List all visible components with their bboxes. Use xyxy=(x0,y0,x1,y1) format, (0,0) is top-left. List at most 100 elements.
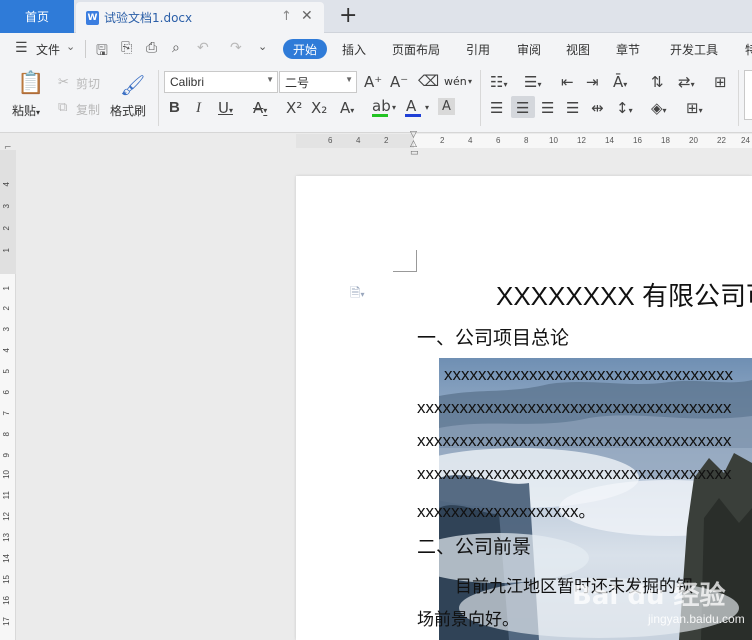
tab-start-label: 开始 xyxy=(292,42,317,57)
ruler-tick: 16 xyxy=(2,596,11,605)
heading-company-prospects[interactable]: 二、公司前景 xyxy=(417,532,531,559)
subscript-button[interactable]: X₂ xyxy=(311,100,327,116)
paste-button[interactable]: 粘贴▾ xyxy=(12,102,40,119)
output-pdf-icon[interactable]: ⎘ xyxy=(121,40,132,56)
tab-view[interactable]: 视图 xyxy=(566,41,590,58)
format-painter-icon[interactable]: 🖌 xyxy=(120,74,145,96)
shrink-font-icon[interactable]: A⁻ xyxy=(390,74,408,90)
decrease-indent-icon[interactable]: ⇤ xyxy=(561,74,574,90)
text-effect-icon: A xyxy=(340,99,351,117)
print-icon[interactable]: ⎙ xyxy=(146,40,157,56)
paragraph-line[interactable]: 场前景向好。 xyxy=(417,605,519,630)
strikethrough-button[interactable]: A▾ xyxy=(253,100,267,119)
font-name-dropdown-icon: ▼ xyxy=(266,75,274,84)
tab-pin-icon[interactable]: ↑ xyxy=(281,9,292,24)
cut-button[interactable]: 剪切 xyxy=(76,75,100,92)
home-tab[interactable]: 首页 xyxy=(0,0,74,33)
font-name-select[interactable]: Calibri ▼ xyxy=(164,71,278,93)
distributed-align-icon[interactable]: ⇹ xyxy=(591,100,604,116)
clear-format-icon[interactable]: ⌫ xyxy=(418,73,439,89)
document-tab-label: 试验文档1.docx xyxy=(104,11,193,25)
tab-special[interactable]: 特 xyxy=(745,41,752,58)
paste-icon[interactable]: 📋 xyxy=(17,72,44,96)
bullet-list-icon[interactable]: ☷▾ xyxy=(490,74,507,93)
tab-start[interactable]: 开始 xyxy=(283,39,327,59)
cut-icon[interactable]: ✂ xyxy=(58,75,69,91)
text-direction-icon[interactable]: Ā▾ xyxy=(613,74,627,93)
undo-icon[interactable]: ↶ xyxy=(197,40,209,56)
tab-close-icon[interactable]: ✕ xyxy=(301,8,313,24)
paragraph-line[interactable]: xxxxxxxxxxxxxxxxxxxxxxxxxxxxxxxxxx xyxy=(444,365,733,385)
sort-icon[interactable]: ⇅ xyxy=(651,74,664,90)
font-size-select[interactable]: 二号 ▼ xyxy=(279,71,357,93)
tab-references[interactable]: 引用 xyxy=(466,41,490,58)
indent-marker-icon[interactable]: ▽ △ ▭ xyxy=(410,131,419,158)
ruler-tick: 8 xyxy=(2,432,11,437)
font-color-button[interactable]: A xyxy=(406,98,416,114)
tab-chapter-label: 章节 xyxy=(616,43,641,57)
phonetic-guide-icon[interactable]: wén xyxy=(444,74,467,90)
bold-button[interactable]: B xyxy=(169,100,180,116)
ruler-tick: 6 xyxy=(328,136,333,145)
align-left-icon[interactable]: ☰ xyxy=(490,100,503,116)
ruler-tick: 24 xyxy=(741,136,750,145)
ruler-tick: 11 xyxy=(2,491,11,500)
ruler-tick: 2 xyxy=(2,226,11,231)
heading-company-overview[interactable]: 一、公司项目总论 xyxy=(417,323,569,350)
superscript-button[interactable]: X² xyxy=(286,100,302,116)
file-menu[interactable]: 文件 xyxy=(36,41,60,58)
file-menu-label: 文件 xyxy=(36,43,61,57)
tab-chapter[interactable]: 章节 xyxy=(616,41,640,58)
print-preview-icon[interactable]: ⌕ xyxy=(172,40,180,56)
ruler-tick: 14 xyxy=(605,136,614,145)
styles-gallery[interactable] xyxy=(744,70,752,120)
paragraph-line[interactable]: xxxxxxxxxxxxxxxxxxxxxxxxxxxxxxxxxxxxx xyxy=(417,464,732,484)
italic-icon: I xyxy=(196,100,201,116)
character-shading-button[interactable]: A xyxy=(438,98,455,115)
grow-font-icon[interactable]: A⁺ xyxy=(364,74,382,90)
font-color-dropdown-icon[interactable]: ▾ xyxy=(425,100,429,116)
hamburger-menu-icon[interactable]: ☰ xyxy=(15,40,28,56)
highlight-icon: ab xyxy=(372,97,391,115)
underline-button[interactable]: U▾ xyxy=(218,100,233,119)
paragraph-line[interactable]: xxxxxxxxxxxxxxxxxxxxxxxxxxxxxxxxxxxxx xyxy=(417,431,732,451)
table-tools-icon[interactable]: ⊞ xyxy=(714,74,727,90)
ruler-tick: 4 xyxy=(356,136,361,145)
ruler-tick: 22 xyxy=(717,136,726,145)
copy-button[interactable]: 复制 xyxy=(76,101,100,118)
format-painter-button[interactable]: 格式刷 xyxy=(110,102,146,119)
file-menu-chevron-down-icon[interactable]: ⌄ xyxy=(66,40,75,53)
new-tab-button[interactable]: + xyxy=(339,3,357,29)
show-marks-icon[interactable]: ⇄▾ xyxy=(678,74,695,93)
paragraph-layout-icon[interactable]: 🗎▾ xyxy=(350,284,364,306)
numbered-list-icon[interactable]: ☰▾ xyxy=(524,74,541,93)
increase-indent-icon[interactable]: ⇥ xyxy=(586,74,599,90)
subscript-icon: X₂ xyxy=(311,99,328,117)
redo-icon[interactable]: ↷ xyxy=(230,40,242,56)
ruler-tick: 5 xyxy=(2,369,11,374)
borders-icon[interactable]: ⊞▾ xyxy=(686,100,703,119)
tab-review[interactable]: 审阅 xyxy=(517,41,541,58)
align-right-icon[interactable]: ☰ xyxy=(541,100,554,116)
tab-page-layout[interactable]: 页面布局 xyxy=(392,41,440,58)
shading-icon[interactable]: ◈▾ xyxy=(651,100,667,119)
customize-toolbar-icon[interactable]: ⌄ xyxy=(258,40,267,53)
phonetic-dropdown-icon[interactable]: ▾ xyxy=(468,74,472,90)
highlight-dropdown-icon[interactable]: ▾ xyxy=(392,100,396,116)
paragraph-line[interactable]: xxxxxxxxxxxxxxxxxxx。 xyxy=(417,497,596,522)
line-spacing-icon[interactable]: ↕▾ xyxy=(616,100,633,119)
strikethrough-icon: A xyxy=(253,99,264,117)
tab-developer-tools[interactable]: 开发工具 xyxy=(670,41,718,58)
document-title[interactable]: XXXXXXXX 有限公司可 xyxy=(496,276,752,313)
justify-icon[interactable]: ☰ xyxy=(566,100,579,116)
highlight-button[interactable]: ab xyxy=(372,98,391,114)
paragraph-line[interactable]: xxxxxxxxxxxxxxxxxxxxxxxxxxxxxxxxxxxxx xyxy=(417,398,732,418)
ruler-tick: 17 xyxy=(2,617,11,626)
italic-button[interactable]: I xyxy=(196,100,201,116)
save-icon[interactable]: 🖫 xyxy=(96,40,108,64)
ruler-tick: 2 xyxy=(2,306,11,311)
copy-icon[interactable]: ⧉ xyxy=(58,100,67,116)
tab-insert[interactable]: 插入 xyxy=(342,41,366,58)
text-effect-button[interactable]: A▾ xyxy=(340,100,354,119)
tab-insert-label: 插入 xyxy=(342,43,367,57)
